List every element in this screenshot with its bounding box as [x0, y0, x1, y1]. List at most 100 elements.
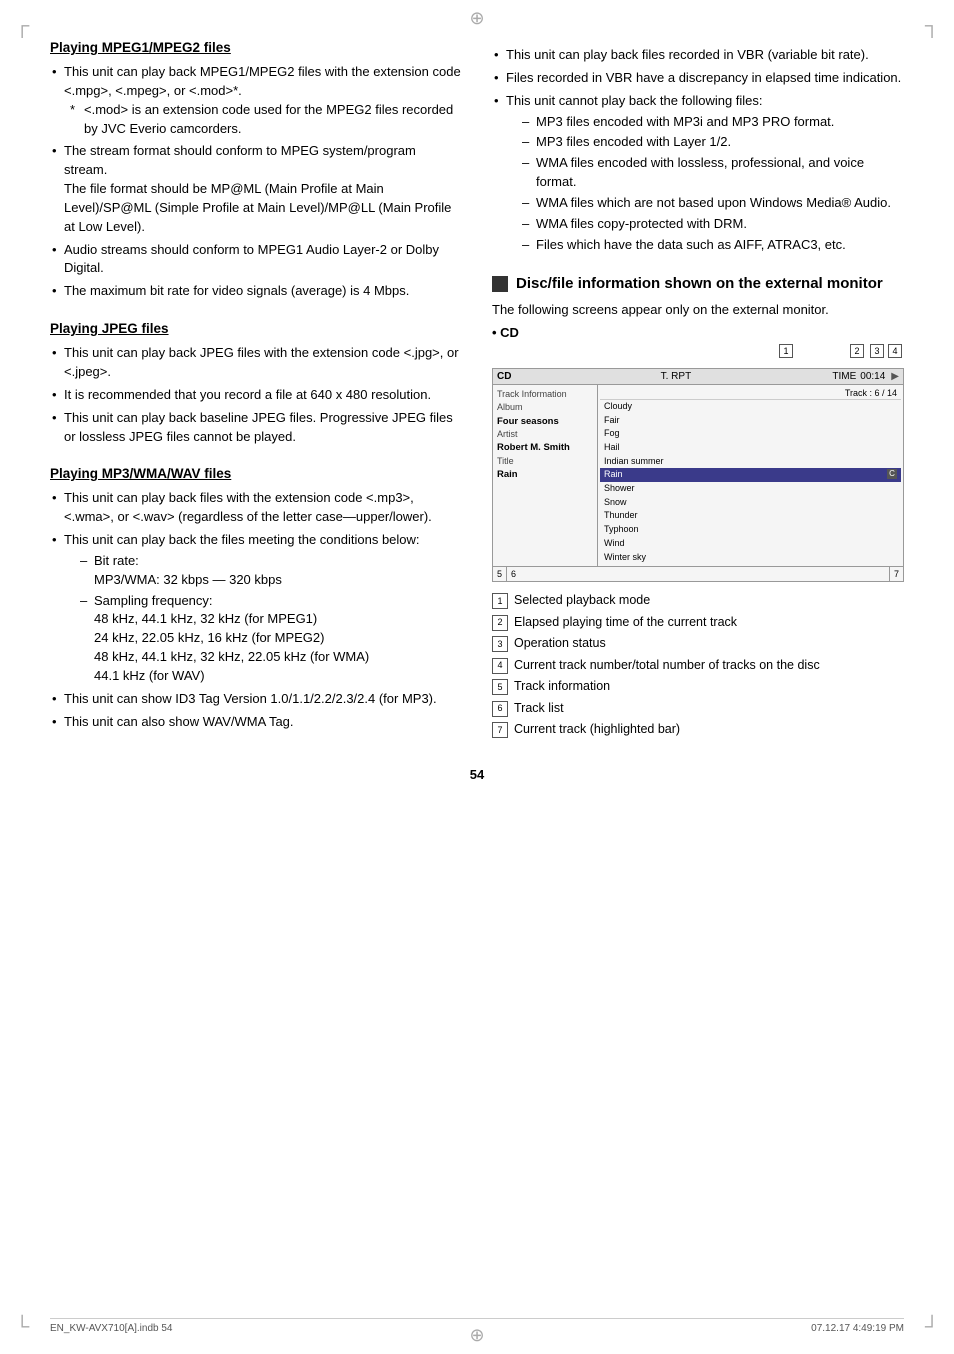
track-3: Fog [600, 427, 901, 441]
legend-num-2: 2 [492, 615, 508, 631]
legend-item-4: 4 Current track number/total number of t… [492, 657, 904, 675]
section-jpeg-title: Playing JPEG files [50, 321, 462, 336]
cannot-5: WMA files copy-protected with DRM. [520, 215, 904, 234]
legend-text-4: Current track number/total number of tra… [514, 657, 820, 675]
legend-text-3: Operation status [514, 635, 606, 653]
mpeg-bullet-1: This unit can play back MPEG1/MPEG2 file… [50, 63, 462, 138]
cd-text-label: CD [497, 371, 511, 382]
legend-num-6: 6 [492, 701, 508, 717]
legend-item-6: 6 Track list [492, 700, 904, 718]
title-label: Title [497, 456, 514, 466]
cd-body: Track Information Album Four seasons Art… [493, 385, 903, 566]
cd-trpt-label: T. RPT [519, 371, 832, 382]
diagram-num-2: 2 [850, 344, 864, 358]
track-10: Typhoon [600, 523, 901, 537]
cd-bottom-6: 6 [507, 567, 890, 581]
legend-text-2: Elapsed playing time of the current trac… [514, 614, 737, 632]
footer-right: 07.12.17 4:49:19 PM [811, 1323, 904, 1334]
legend-text-7: Current track (highlighted bar) [514, 721, 680, 739]
track-8: Snow [600, 496, 901, 510]
mp3-bullet-1: This unit can play back files with the e… [50, 489, 462, 527]
title-label-row: Title [497, 456, 593, 468]
mpeg-bullet-4: The maximum bit rate for video signals (… [50, 282, 462, 301]
cd-label: • CD [492, 325, 904, 340]
album-label: Album [497, 402, 523, 412]
legend-num-3: 3 [492, 636, 508, 652]
right-column: This unit can play back files recorded i… [492, 40, 904, 747]
mpeg-bullet-3: Audio streams should conform to MPEG1 Au… [50, 241, 462, 279]
track-info-label-row: Track Information [497, 389, 593, 401]
diagram-num-1: 1 [779, 344, 793, 358]
page-container: ┌ ┐ └ ┘ ⊕ ⊕ Playing MPEG1/MPEG2 files Th… [0, 0, 954, 1354]
mp3-bullet-2: This unit can play back the files meetin… [50, 531, 462, 686]
track-info-label: Track Information [497, 389, 567, 399]
cd-bottom-5: 5 [493, 567, 507, 581]
track-12: Winter sky [600, 551, 901, 565]
cd-track-list: Cloudy Fair Fog Hail Indian summer Rain … [600, 400, 901, 564]
legend-text-1: Selected playback mode [514, 592, 650, 610]
track-9: Thunder [600, 509, 901, 523]
artist-label-row: Artist [497, 429, 593, 441]
top-center-deco: ⊕ [469, 8, 484, 29]
cannot-play-list: MP3 files encoded with MP3i and MP3 PRO … [520, 113, 904, 255]
mp3-sampling: Sampling frequency: 48 kHz, 44.1 kHz, 32… [78, 592, 462, 686]
legend-text-5: Track information [514, 678, 610, 696]
legend-num-7: 7 [492, 722, 508, 738]
cannot-6: Files which have the data such as AIFF, … [520, 236, 904, 255]
vbr-bullet-3: This unit cannot play back the following… [492, 92, 904, 255]
cannot-3: WMA files encoded with lossless, profess… [520, 154, 904, 192]
corner-tr-deco: ┐ [925, 15, 939, 38]
black-square-icon [492, 276, 508, 292]
cd-bottom-7: 7 [890, 567, 903, 581]
artist-value: Robert M. Smith [497, 442, 570, 453]
mpeg-star-note: <.mod> is an extension code used for the… [64, 101, 462, 139]
track-4: Hail [600, 441, 901, 455]
legend-num-5: 5 [492, 679, 508, 695]
track-7: Shower [600, 482, 901, 496]
legend-num-1: 1 [492, 593, 508, 609]
legend-item-3: 3 Operation status [492, 635, 904, 653]
vbr-bullet-1: This unit can play back files recorded i… [492, 46, 904, 65]
track-2: Fair [600, 414, 901, 428]
album-value: Four seasons [497, 416, 559, 427]
artist-label: Artist [497, 429, 518, 439]
track-5: Indian summer [600, 455, 901, 469]
corner-tl-deco: ┌ [15, 15, 29, 38]
vbr-bullet-2: Files recorded in VBR have a discrepancy… [492, 69, 904, 88]
album-label-row: Album [497, 402, 593, 414]
artist-value-row: Robert M. Smith [497, 442, 593, 454]
jpeg-bullet-list: This unit can play back JPEG files with … [50, 344, 462, 446]
mpeg-bullet-list: This unit can play back MPEG1/MPEG2 file… [50, 63, 462, 301]
cd-diagram: CD T. RPT TIME 00:14 ▶ Track Information [492, 368, 904, 582]
legend-item-7: 7 Current track (highlighted bar) [492, 721, 904, 739]
mp3-bullet-4: This unit can also show WAV/WMA Tag. [50, 713, 462, 732]
page-footer: EN_KW-AVX710[A].indb 54 07.12.17 4:49:19… [50, 1318, 904, 1334]
jpeg-bullet-1: This unit can play back JPEG files with … [50, 344, 462, 382]
page-number: 54 [50, 767, 904, 782]
legend-item-2: 2 Elapsed playing time of the current tr… [492, 614, 904, 632]
diagram-num-4: 4 [888, 344, 902, 358]
legend-text-6: Track list [514, 700, 564, 718]
cannot-2: MP3 files encoded with Layer 1/2. [520, 133, 904, 152]
mpeg-bullet-2: The stream format should conform to MPEG… [50, 142, 462, 236]
left-column: Playing MPEG1/MPEG2 files This unit can … [50, 40, 462, 747]
disc-section-title: Disc/file information shown on the exter… [516, 274, 883, 294]
legend-item-1: 1 Selected playback mode [492, 592, 904, 610]
cd-time-value: 00:14 [860, 371, 885, 382]
mp3-bullet-list: This unit can play back files with the e… [50, 489, 462, 731]
jpeg-bullet-3: This unit can play back baseline JPEG fi… [50, 409, 462, 447]
cannot-4: WMA files which are not based upon Windo… [520, 194, 904, 213]
footer-left: EN_KW-AVX710[A].indb 54 [50, 1323, 172, 1334]
jpeg-bullet-2: It is recommended that you record a file… [50, 386, 462, 405]
track-1: Cloudy [600, 400, 901, 414]
legend-item-5: 5 Track information [492, 678, 904, 696]
mp3-bullet-3: This unit can show ID3 Tag Version 1.0/1… [50, 690, 462, 709]
track-6-highlighted: Rain C [600, 468, 901, 482]
diagram-num-3: 3 [870, 344, 884, 358]
disc-section-header: Disc/file information shown on the exter… [492, 274, 904, 294]
main-content: Playing MPEG1/MPEG2 files This unit can … [50, 40, 904, 747]
corner-br-deco: ┘ [925, 1316, 939, 1339]
cd-right-panel: Track : 6 / 14 Cloudy Fair Fog Hail Indi… [598, 385, 903, 566]
cd-top-bar: CD T. RPT TIME 00:14 ▶ [493, 369, 903, 385]
cd-track-header: Track : 6 / 14 [600, 387, 901, 400]
